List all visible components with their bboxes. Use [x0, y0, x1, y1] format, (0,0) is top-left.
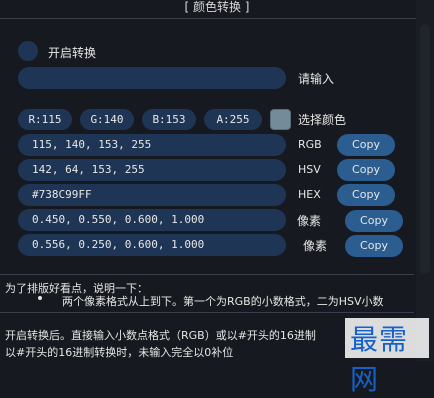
copy-hex-button[interactable]: Copy: [337, 184, 395, 206]
copy-hsv-button[interactable]: Copy: [337, 159, 395, 181]
color-swatch[interactable]: [270, 109, 291, 130]
scrollbar-thumb[interactable]: [420, 24, 430, 274]
pixel-value-1[interactable]: 0.450, 0.550, 0.600, 1.000: [18, 209, 286, 231]
pixel-value-2[interactable]: 0.556, 0.250, 0.600, 1.000: [18, 234, 286, 256]
color-input[interactable]: [18, 67, 286, 89]
enable-conversion-label: 开启转换: [48, 46, 97, 60]
r-field[interactable]: R:115: [18, 109, 72, 130]
bullet-dot: [38, 296, 42, 300]
pick-color-label: 选择颜色: [298, 113, 347, 127]
notes-bullet: 两个像素格式从上到下。第一个为RGB的小数格式，二为HSV小数: [62, 295, 384, 308]
copy-rgb-button[interactable]: Copy: [337, 134, 395, 156]
g-field[interactable]: G:140: [80, 109, 134, 130]
hsv-label: HSV: [298, 163, 321, 176]
divider-2: [0, 312, 414, 313]
watermark-logo: 最需网: [350, 323, 409, 396]
copy-pixel-2-button[interactable]: Copy: [345, 235, 403, 257]
input-hint: 请输入: [298, 72, 335, 86]
notes-line-2: 以#开头的16进制转换时，未输入完全以0补位: [5, 346, 234, 359]
pixel-label-1: 像素: [297, 214, 322, 228]
page-title: [ 颜色转换 ]: [0, 0, 434, 19]
hsv-value[interactable]: 142, 64, 153, 255: [18, 159, 286, 181]
divider-1: [0, 274, 414, 275]
enable-conversion-toggle[interactable]: [18, 41, 38, 61]
scrollbar[interactable]: [416, 0, 434, 361]
rgb-label: RGB: [298, 138, 322, 151]
hex-value[interactable]: #738C99FF: [18, 184, 286, 206]
notes-line-1: 开启转换后。直接输入小数点格式（RGB）或以#开头的16进制: [5, 329, 316, 342]
copy-pixel-1-button[interactable]: Copy: [345, 210, 403, 232]
a-field[interactable]: A:255: [204, 109, 262, 130]
pixel-label-2: 像素: [303, 239, 328, 253]
hex-label: HEX: [298, 188, 321, 201]
rgb-value[interactable]: 115, 140, 153, 255: [18, 134, 286, 156]
b-field[interactable]: B:153: [142, 109, 196, 130]
